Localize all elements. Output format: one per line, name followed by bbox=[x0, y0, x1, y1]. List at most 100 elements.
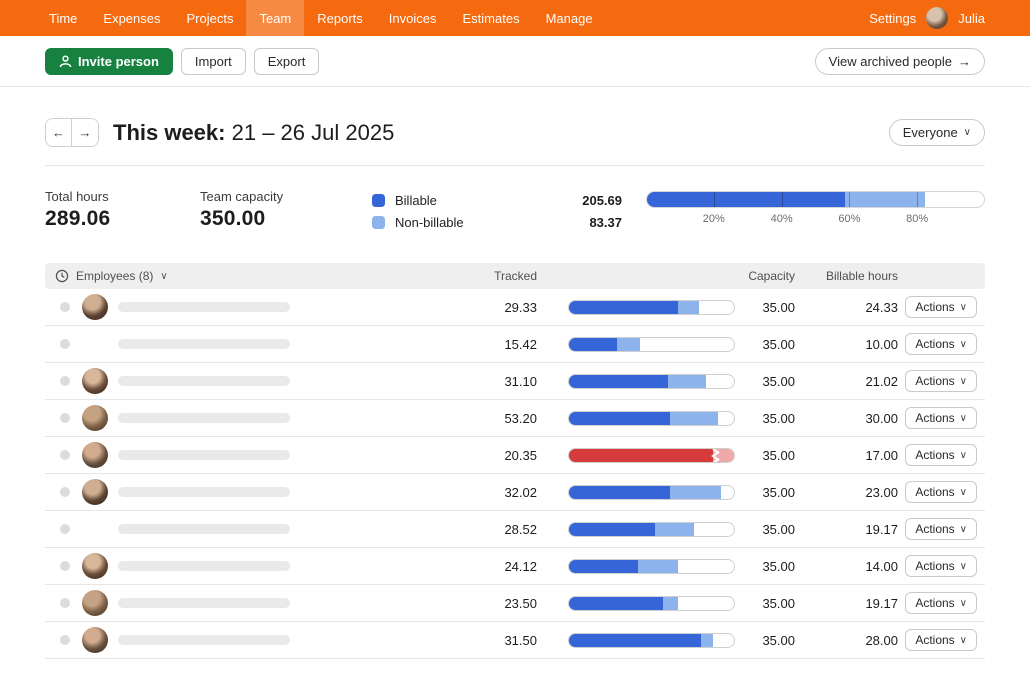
divider bbox=[45, 165, 985, 166]
status-dot bbox=[60, 561, 70, 571]
nav-item-time[interactable]: Time bbox=[36, 0, 90, 36]
employee-name-placeholder bbox=[118, 413, 290, 423]
avatar[interactable] bbox=[82, 553, 108, 579]
hours-bar bbox=[568, 300, 735, 315]
capacity-value: 35.00 bbox=[735, 300, 795, 315]
capacity-progress-bar: 20%40%60%80% bbox=[646, 191, 985, 230]
nav-item-expenses[interactable]: Expenses bbox=[90, 0, 173, 36]
actions-dropdown[interactable]: Actions ∨ bbox=[905, 555, 977, 577]
actions-dropdown[interactable]: Actions ∨ bbox=[905, 629, 977, 651]
nav-item-invoices[interactable]: Invoices bbox=[376, 0, 450, 36]
total-hours-stat: Total hours 289.06 bbox=[45, 189, 200, 231]
export-button[interactable]: Export bbox=[254, 48, 320, 75]
toolbar: Invite person Import Export View archive… bbox=[0, 36, 1030, 87]
view-archived-people-button[interactable]: View archived people → bbox=[815, 48, 985, 75]
chevron-down-icon: ∨ bbox=[960, 635, 967, 646]
employee-name-placeholder bbox=[118, 450, 290, 460]
actions-dropdown[interactable]: Actions ∨ bbox=[905, 407, 977, 429]
billable-value: 14.00 bbox=[795, 559, 898, 574]
chevron-down-icon: ∨ bbox=[160, 271, 167, 282]
person-icon bbox=[59, 55, 72, 68]
tracked-value: 32.02 bbox=[477, 485, 537, 500]
legend-swatch bbox=[372, 194, 385, 207]
tracked-value: 23.50 bbox=[477, 596, 537, 611]
nav-item-estimates[interactable]: Estimates bbox=[450, 0, 533, 36]
user-name[interactable]: Julia bbox=[958, 11, 985, 26]
hours-bar bbox=[568, 559, 735, 574]
nav-item-reports[interactable]: Reports bbox=[304, 0, 376, 36]
avatar[interactable] bbox=[82, 442, 108, 468]
avatar[interactable] bbox=[82, 294, 108, 320]
billable-value: 19.17 bbox=[795, 522, 898, 537]
actions-dropdown[interactable]: Actions ∨ bbox=[905, 481, 977, 503]
capacity-value: 35.00 bbox=[735, 485, 795, 500]
employee-name-placeholder bbox=[118, 302, 290, 312]
tracked-value: 29.33 bbox=[477, 300, 537, 315]
clock-icon bbox=[55, 269, 69, 283]
user-avatar[interactable] bbox=[926, 7, 948, 29]
employee-name-placeholder bbox=[118, 339, 290, 349]
chevron-down-icon: ∨ bbox=[960, 524, 967, 535]
actions-dropdown[interactable]: Actions ∨ bbox=[905, 518, 977, 540]
page-title: This week: 21 – 26 Jul 2025 bbox=[113, 120, 394, 146]
avatar[interactable] bbox=[82, 331, 108, 357]
table-row: 28.52 35.00 19.17 Actions ∨ bbox=[45, 511, 985, 548]
capacity-value: 35.00 bbox=[735, 522, 795, 537]
next-week-button[interactable]: → bbox=[72, 119, 98, 146]
billable-value: 19.17 bbox=[795, 596, 898, 611]
import-button[interactable]: Import bbox=[181, 48, 246, 75]
actions-dropdown[interactable]: Actions ∨ bbox=[905, 296, 977, 318]
legend-item: Non-billable83.37 bbox=[372, 211, 622, 233]
billable-value: 21.02 bbox=[795, 374, 898, 389]
employee-name-placeholder bbox=[118, 487, 290, 497]
chevron-down-icon: ∨ bbox=[960, 413, 967, 424]
table-header: Employees (8) ∨ Tracked Capacity Billabl… bbox=[45, 263, 985, 289]
employees-dropdown[interactable]: Employees (8) ∨ bbox=[45, 269, 477, 283]
table-row: 32.02 35.00 23.00 Actions ∨ bbox=[45, 474, 985, 511]
avatar[interactable] bbox=[82, 516, 108, 542]
avatar[interactable] bbox=[82, 479, 108, 505]
avatar[interactable] bbox=[82, 405, 108, 431]
status-dot bbox=[60, 450, 70, 460]
table-row: 29.33 35.00 24.33 Actions ∨ bbox=[45, 289, 985, 326]
nav-item-manage[interactable]: Manage bbox=[533, 0, 606, 36]
actions-dropdown[interactable]: Actions ∨ bbox=[905, 444, 977, 466]
hours-bar bbox=[568, 374, 735, 389]
tick-label: 60% bbox=[838, 213, 860, 225]
avatar[interactable] bbox=[82, 590, 108, 616]
status-dot bbox=[60, 376, 70, 386]
hours-bar bbox=[568, 522, 735, 537]
capacity-value: 35.00 bbox=[735, 559, 795, 574]
actions-dropdown[interactable]: Actions ∨ bbox=[905, 333, 977, 355]
billable-value: 17.00 bbox=[795, 448, 898, 463]
table-row: 15.42 35.00 10.00 Actions ∨ bbox=[45, 326, 985, 363]
capacity-value: 35.00 bbox=[735, 448, 795, 463]
prev-week-button[interactable]: ← bbox=[46, 119, 72, 146]
tick-label: 80% bbox=[906, 213, 928, 225]
employee-name-placeholder bbox=[118, 376, 290, 386]
tracked-value: 24.12 bbox=[477, 559, 537, 574]
people-filter-dropdown[interactable]: Everyone ∨ bbox=[889, 119, 985, 146]
table-row: 24.12 35.00 14.00 Actions ∨ bbox=[45, 548, 985, 585]
team-capacity-stat: Team capacity 350.00 bbox=[200, 189, 372, 231]
nav-items: TimeExpensesProjectsTeamReportsInvoicesE… bbox=[36, 0, 606, 36]
col-tracked: Tracked bbox=[477, 269, 537, 283]
actions-dropdown[interactable]: Actions ∨ bbox=[905, 592, 977, 614]
actions-dropdown[interactable]: Actions ∨ bbox=[905, 370, 977, 392]
nav-item-settings[interactable]: Settings bbox=[869, 11, 916, 26]
col-billable-hours: Billable hours bbox=[795, 269, 898, 283]
hours-bar bbox=[568, 596, 735, 611]
status-dot bbox=[60, 302, 70, 312]
nav-item-team[interactable]: Team bbox=[246, 0, 304, 36]
chevron-down-icon: ∨ bbox=[960, 376, 967, 387]
chevron-down-icon: ∨ bbox=[960, 598, 967, 609]
hours-bar bbox=[568, 411, 735, 426]
avatar[interactable] bbox=[82, 368, 108, 394]
capacity-value: 35.00 bbox=[735, 337, 795, 352]
hours-bar bbox=[568, 633, 735, 648]
col-capacity: Capacity bbox=[735, 269, 795, 283]
invite-person-button[interactable]: Invite person bbox=[45, 48, 173, 75]
nav-item-projects[interactable]: Projects bbox=[174, 0, 247, 36]
hours-bar bbox=[568, 448, 735, 463]
avatar[interactable] bbox=[82, 627, 108, 653]
